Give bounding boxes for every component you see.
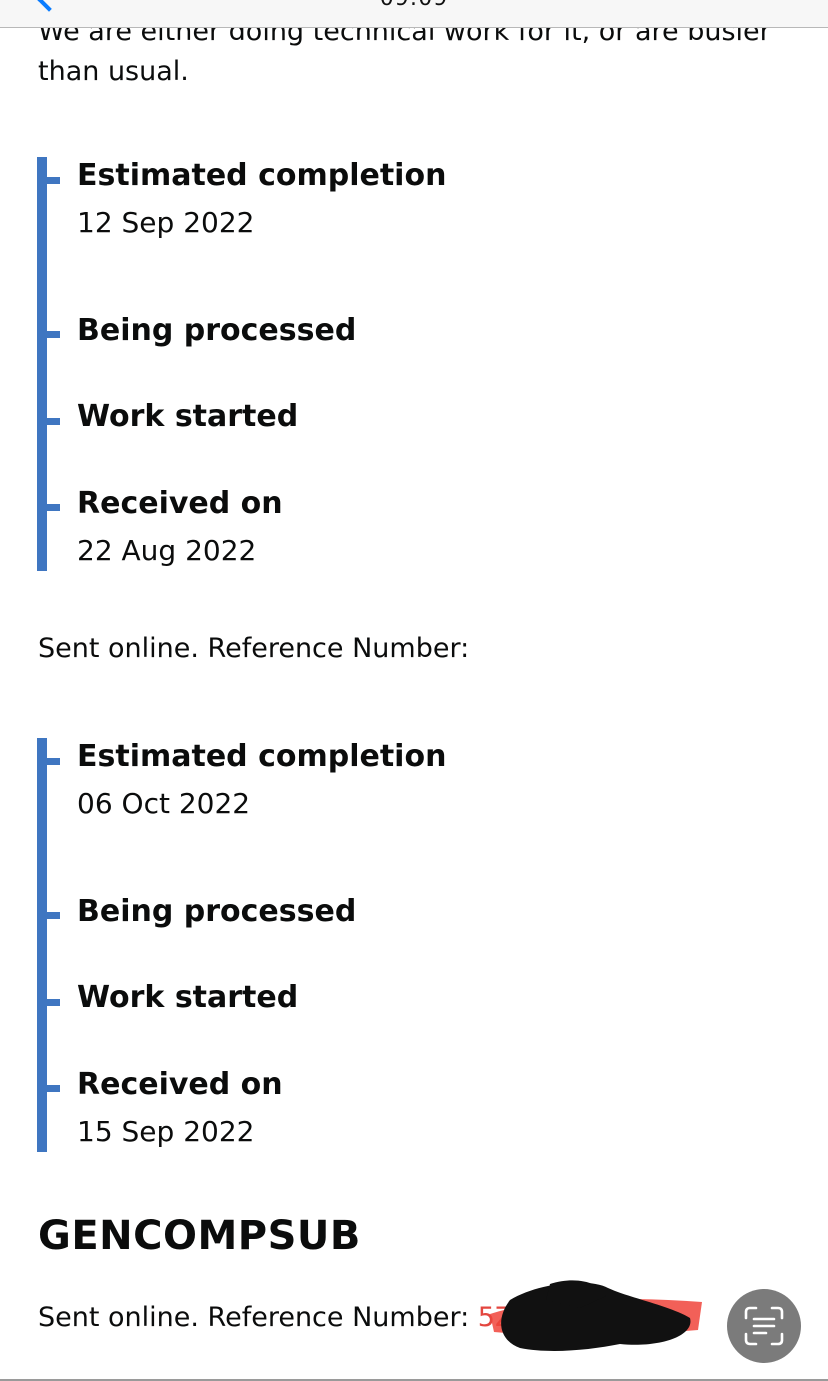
step-date-received-on: 15 Sep 2022 bbox=[77, 1115, 255, 1148]
step-title-work-started: Work started bbox=[77, 980, 299, 1015]
timeline-tick bbox=[47, 418, 60, 425]
step-title-received-on: Received on bbox=[77, 486, 283, 521]
step-date-received-on: 22 Aug 2022 bbox=[77, 534, 257, 567]
timeline-tick bbox=[47, 331, 60, 338]
step-title-being-processed: Being processed bbox=[77, 313, 357, 348]
timeline-tick bbox=[47, 999, 60, 1006]
step-title-received-on: Received on bbox=[77, 1067, 283, 1102]
timeline-bar bbox=[37, 738, 47, 1152]
page: 09:09 We are either doing technical work… bbox=[0, 0, 828, 1381]
live-text-button[interactable] bbox=[727, 1289, 801, 1363]
timeline-tick bbox=[47, 177, 60, 184]
section-heading-gencompsub: GENCOMPSUB bbox=[38, 1213, 361, 1259]
step-title-work-started: Work started bbox=[77, 399, 299, 434]
step-date-estimated-completion: 06 Oct 2022 bbox=[77, 787, 251, 820]
timeline-tick bbox=[47, 758, 60, 765]
sent-online-reference-2: Sent online. Reference Number: 5Z bbox=[38, 1300, 513, 1336]
status-time: 09:09 bbox=[0, 0, 828, 11]
redaction-scribble bbox=[490, 1280, 702, 1351]
timeline-tick bbox=[47, 1085, 60, 1092]
status-bar: 09:09 bbox=[0, 0, 828, 28]
sent-online-reference-1: Sent online. Reference Number: bbox=[38, 633, 470, 664]
step-date-estimated-completion: 12 Sep 2022 bbox=[77, 206, 255, 239]
timeline-bar bbox=[37, 157, 47, 571]
sent-online-label: Sent online. Reference Number: bbox=[38, 1302, 470, 1333]
step-title-estimated-completion: Estimated completion bbox=[77, 158, 447, 193]
timeline-tick bbox=[47, 504, 60, 511]
timeline-tick bbox=[47, 912, 60, 919]
text-scan-icon bbox=[744, 1306, 784, 1346]
step-title-estimated-completion: Estimated completion bbox=[77, 739, 447, 774]
reference-number-partial: 5Z bbox=[477, 1302, 514, 1333]
step-title-being-processed: Being processed bbox=[77, 894, 357, 929]
